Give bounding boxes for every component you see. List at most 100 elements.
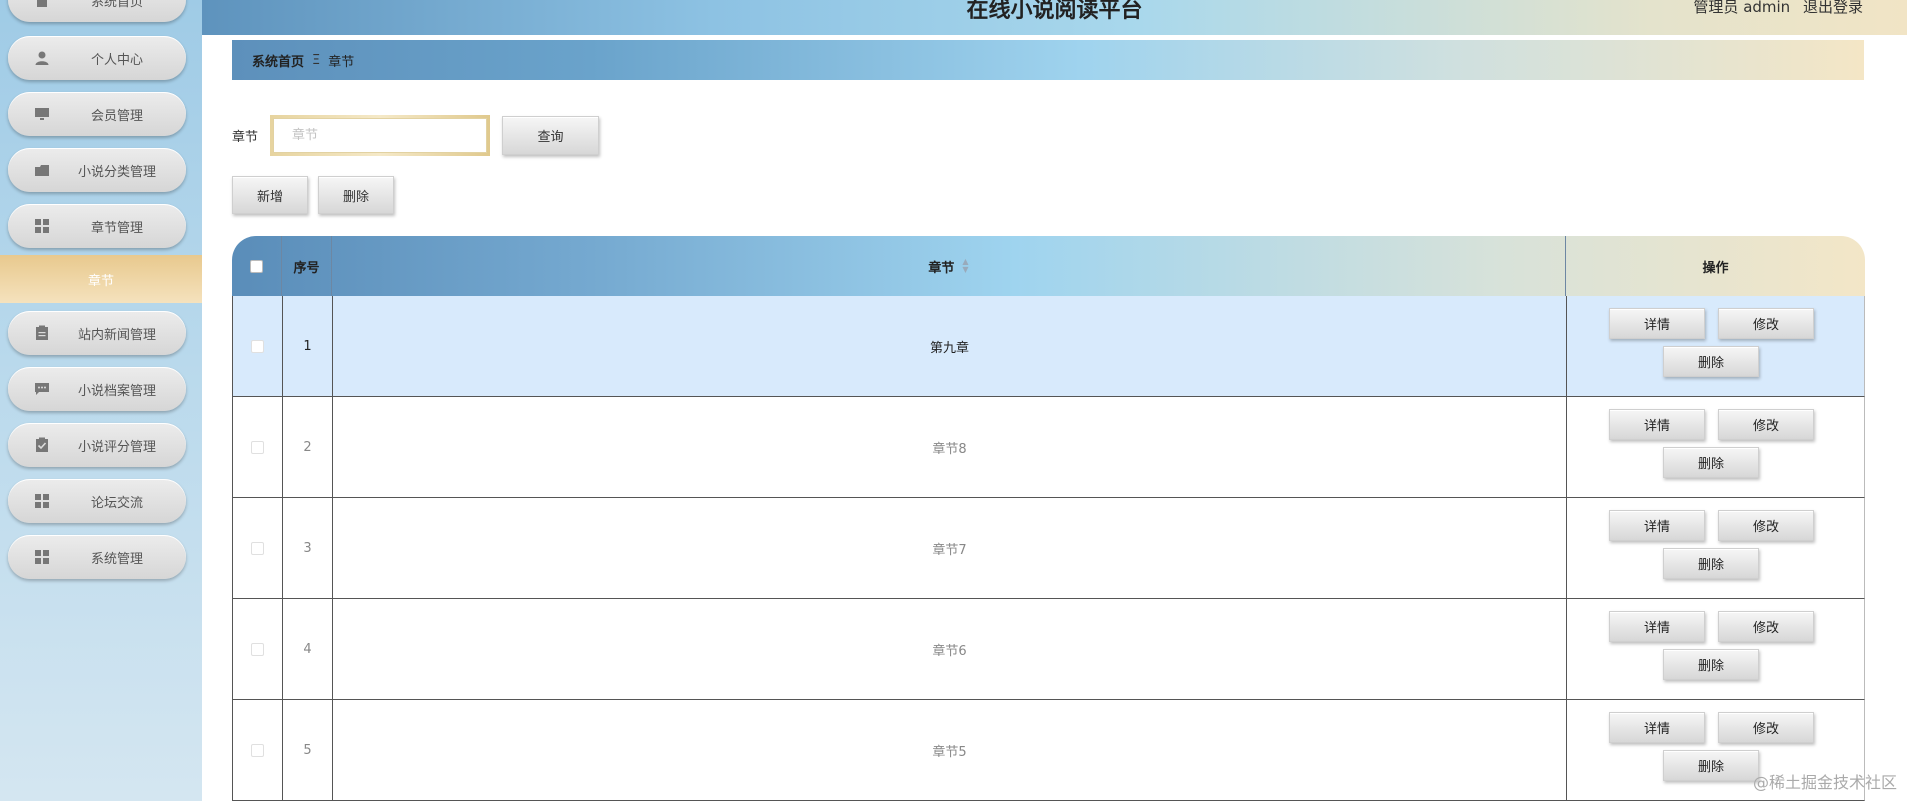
row-index: 1 xyxy=(283,296,333,396)
query-button[interactable]: 查询 xyxy=(502,116,599,155)
sidebar-item-label: 系统管理 xyxy=(90,551,143,567)
edit-button[interactable]: 修改 xyxy=(1718,409,1814,440)
row-index: 4 xyxy=(283,599,333,699)
table-row[interactable]: 4 章节6 详情 修改 删除 xyxy=(232,599,1865,700)
breadcrumb-home[interactable]: 系统首页 xyxy=(252,51,304,70)
sidebar-item-label: 站内新闻管理 xyxy=(77,327,156,343)
chat-icon xyxy=(35,383,49,395)
edit-button[interactable]: 修改 xyxy=(1718,308,1814,339)
sidebar-item-system-management[interactable]: 系统管理 xyxy=(8,535,186,579)
sidebar-item-label: 小说评分管理 xyxy=(77,439,156,455)
row-operations: 详情 修改删除 xyxy=(1567,498,1866,598)
search-box xyxy=(270,115,490,156)
sidebar-subitem-chapter[interactable]: 章节 xyxy=(0,255,202,303)
sidebar-item-members[interactable]: 会员管理 xyxy=(8,92,186,136)
row-checkbox[interactable] xyxy=(251,743,264,757)
grid-icon xyxy=(35,550,49,564)
row-index: 2 xyxy=(283,397,333,497)
row-index: 5 xyxy=(283,700,333,800)
sidebar-item-label: 小说分类管理 xyxy=(77,164,156,180)
row-checkbox[interactable] xyxy=(251,541,264,555)
row-delete-button[interactable]: 删除 xyxy=(1663,649,1759,680)
table-row[interactable]: 5 章节5 详情 修改删除 xyxy=(232,700,1865,801)
sidebar-item-label: 个人中心 xyxy=(90,52,143,68)
row-chapter: 章节8 xyxy=(333,397,1567,497)
bulk-delete-button[interactable]: 删除 xyxy=(318,176,394,214)
select-all-checkbox[interactable] xyxy=(250,259,263,273)
sidebar-item-novel-rating[interactable]: 小说评分管理 xyxy=(8,423,186,467)
folder-icon xyxy=(35,165,49,176)
grid-icon xyxy=(35,219,49,233)
person-icon xyxy=(35,51,49,65)
clipboard-check-icon xyxy=(36,437,48,452)
site-title: 在线小说阅读平台 xyxy=(966,0,1143,23)
detail-button[interactable]: 详情 xyxy=(1609,308,1705,339)
column-header-chapter[interactable]: 章节 ▲ ▼ xyxy=(332,236,1566,296)
sidebar-item-label: 会员管理 xyxy=(90,108,143,124)
top-header: 在线小说阅读平台 管理员 admin 退出登录 xyxy=(202,0,1907,35)
row-chapter: 章节7 xyxy=(333,498,1567,598)
sidebar-item-forum[interactable]: 论坛交流 xyxy=(8,479,186,523)
add-button[interactable]: 新增 xyxy=(232,176,308,214)
row-delete-button[interactable]: 删除 xyxy=(1663,548,1759,579)
sidebar-item-label: 论坛交流 xyxy=(90,495,143,511)
home-icon xyxy=(35,0,49,7)
chapter-search-input[interactable] xyxy=(273,118,487,153)
sidebar-subitem-label: 章节 xyxy=(87,273,114,289)
column-header-index: 序号 xyxy=(282,236,332,296)
select-all-cell xyxy=(232,236,282,296)
admin-label: 管理员 admin xyxy=(1693,0,1791,16)
sidebar-item-site-news[interactable]: 站内新闻管理 xyxy=(8,311,186,355)
row-checkbox[interactable] xyxy=(251,642,264,656)
row-select-cell xyxy=(233,296,283,396)
table-row[interactable]: 3 章节7 详情 修改 删除 xyxy=(232,498,1865,599)
watermark: @稀土掘金技术社区 xyxy=(1752,773,1897,792)
row-checkbox[interactable] xyxy=(251,339,264,353)
sidebar-item-label: 小说档案管理 xyxy=(77,383,156,399)
breadcrumb: 系统首页 Ξ 章节 xyxy=(232,40,1864,80)
table-row[interactable]: 1 第九章 详情 修改 删除 xyxy=(232,296,1865,397)
row-select-cell xyxy=(233,599,283,699)
table-row[interactable]: 2 章节8 详情 修改 删除 xyxy=(232,397,1865,498)
chapter-table: 序号 章节 ▲ ▼ 操作 1 第九章 详情 修改 删除 2 章节8 详情 修改 删除 3 章节7 详情 修改… xyxy=(232,236,1865,801)
edit-button[interactable]: 修改 xyxy=(1718,611,1814,642)
edit-button[interactable]: 修改 xyxy=(1718,510,1814,541)
row-chapter: 第九章 xyxy=(333,296,1567,396)
header-user-area: 管理员 admin 退出登录 xyxy=(1685,0,1863,17)
table-body: 1 第九章 详情 修改 删除 2 章节8 详情 修改 删除 3 章节7 详情 修改 删除 4 章节6 详情 修改 删除… xyxy=(232,296,1865,801)
row-chapter: 章节6 xyxy=(333,599,1567,699)
column-header-operation: 操作 xyxy=(1702,260,1729,276)
sidebar-item-novel-category[interactable]: 小说分类管理 xyxy=(8,148,186,192)
row-chapter: 章节5 xyxy=(333,700,1567,800)
sidebar-item-home[interactable]: 系统首页 xyxy=(8,0,186,22)
sidebar-item-label: 章节管理 xyxy=(90,220,143,236)
edit-button[interactable]: 修改 xyxy=(1718,712,1814,743)
breadcrumb-separator: Ξ xyxy=(312,52,321,68)
sidebar-item-chapter-management[interactable]: 章节管理 xyxy=(8,204,186,248)
grid-icon xyxy=(35,494,49,508)
sidebar: 系统首页 个人中心 会员管理 小说分类管理 章节管理 章节 站内新闻管理 小说档… xyxy=(0,0,202,801)
row-operations: 详情 修改删除 xyxy=(1567,397,1866,497)
logout-link[interactable]: 退出登录 xyxy=(1803,0,1863,16)
row-index: 3 xyxy=(283,498,333,598)
row-select-cell xyxy=(233,700,283,800)
row-operations: 详情 修改删除 xyxy=(1567,599,1866,699)
row-delete-button[interactable]: 删除 xyxy=(1663,750,1759,781)
monitor-icon xyxy=(35,108,49,120)
sidebar-item-novel-archive[interactable]: 小说档案管理 xyxy=(8,367,186,411)
detail-button[interactable]: 详情 xyxy=(1609,510,1705,541)
detail-button[interactable]: 详情 xyxy=(1609,409,1705,440)
row-select-cell xyxy=(233,397,283,497)
sidebar-item-personal-center[interactable]: 个人中心 xyxy=(8,36,186,80)
row-checkbox[interactable] xyxy=(251,440,264,454)
table-header: 序号 章节 ▲ ▼ 操作 xyxy=(232,236,1865,296)
row-delete-button[interactable]: 删除 xyxy=(1663,346,1759,377)
row-delete-button[interactable]: 删除 xyxy=(1663,447,1759,478)
sort-icon[interactable]: ▲ ▼ xyxy=(962,258,968,274)
search-label: 章节 xyxy=(232,130,259,145)
sidebar-item-label: 系统首页 xyxy=(90,0,143,10)
detail-button[interactable]: 详情 xyxy=(1609,611,1705,642)
column-header-chapter-label: 章节 xyxy=(928,260,955,276)
row-operations: 详情 修改删除 xyxy=(1567,296,1866,396)
detail-button[interactable]: 详情 xyxy=(1609,712,1705,743)
